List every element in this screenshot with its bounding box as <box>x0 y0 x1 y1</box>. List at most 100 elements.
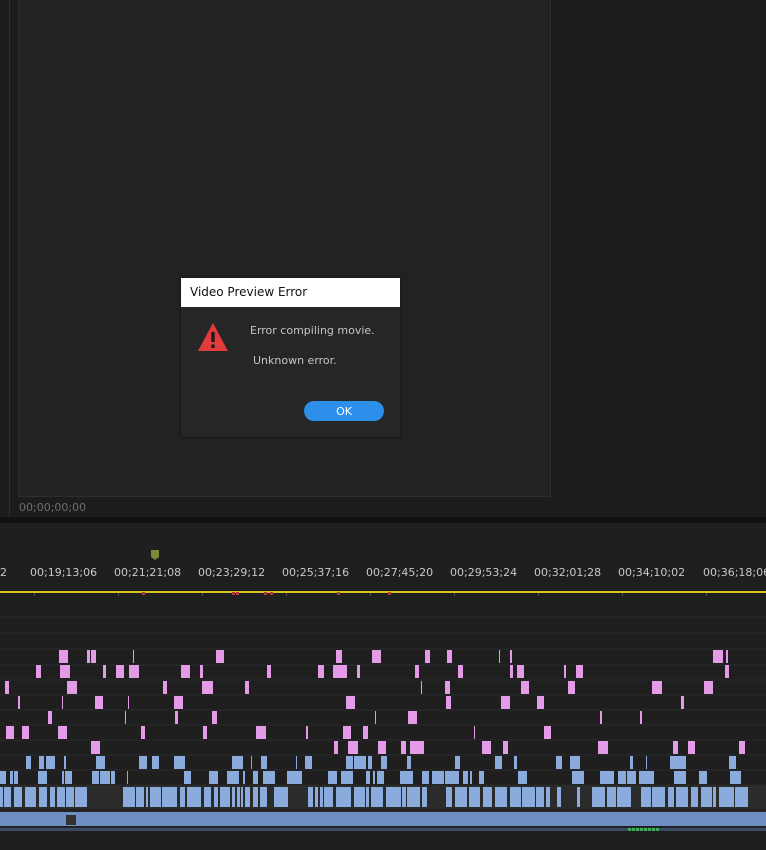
video-clip[interactable] <box>146 787 148 807</box>
audio-clip[interactable] <box>5 681 9 694</box>
audio-clip[interactable] <box>640 711 642 724</box>
video-clip[interactable] <box>401 771 413 784</box>
audio-clip[interactable] <box>501 696 510 709</box>
audio-clip[interactable] <box>446 696 451 709</box>
video-clip[interactable] <box>556 756 562 769</box>
video-clip[interactable] <box>46 756 55 769</box>
video-clip[interactable] <box>518 771 527 784</box>
audio-clip[interactable] <box>334 741 335 754</box>
video-clip[interactable] <box>500 756 502 769</box>
audio-clip[interactable] <box>348 741 358 754</box>
audio-clip[interactable] <box>333 665 342 678</box>
video-clip[interactable] <box>470 771 472 784</box>
scroll-strip[interactable] <box>0 828 766 831</box>
video-clip[interactable] <box>260 787 267 807</box>
audio-clip[interactable] <box>200 665 203 678</box>
video-clip[interactable] <box>184 771 191 784</box>
video-clip[interactable] <box>346 756 353 769</box>
audio-clip[interactable] <box>256 726 266 739</box>
video-clip[interactable] <box>315 787 318 807</box>
video-clip[interactable] <box>4 787 11 807</box>
audio-clip[interactable] <box>91 650 96 663</box>
ruler-tick[interactable] <box>370 593 371 596</box>
video-clip[interactable] <box>652 787 665 807</box>
video-clip[interactable] <box>536 787 544 807</box>
video-clip[interactable] <box>0 771 6 784</box>
audio-clip[interactable] <box>704 681 713 694</box>
video-clip[interactable] <box>469 787 480 807</box>
video-clip[interactable] <box>455 787 467 807</box>
video-clip[interactable] <box>735 787 748 807</box>
audio-clip[interactable] <box>425 650 430 663</box>
video-clip[interactable] <box>377 771 384 784</box>
audio-clip[interactable] <box>458 665 463 678</box>
audio-clip[interactable] <box>163 681 167 694</box>
video-clip[interactable] <box>245 787 250 807</box>
video-clip[interactable] <box>328 771 337 784</box>
video-clip[interactable] <box>39 756 44 769</box>
audio-clip[interactable] <box>62 726 63 739</box>
ruler-tick[interactable] <box>454 593 455 596</box>
video-clip[interactable] <box>570 756 580 769</box>
audio-meter[interactable] <box>628 828 631 831</box>
audio-clip[interactable] <box>568 681 575 694</box>
audio-meter[interactable] <box>652 828 655 831</box>
video-clip[interactable] <box>232 756 243 769</box>
audio-clip[interactable] <box>688 741 695 754</box>
video-clip[interactable] <box>232 787 235 807</box>
video-clip[interactable] <box>180 787 185 807</box>
audio-clip[interactable] <box>576 665 583 678</box>
timeline-tracks[interactable] <box>0 523 766 850</box>
video-clip[interactable] <box>467 771 468 784</box>
video-clip[interactable] <box>324 787 333 807</box>
video-clip[interactable] <box>354 756 366 769</box>
audio-clip[interactable] <box>499 650 500 663</box>
audio-clip[interactable] <box>6 726 14 739</box>
video-clip[interactable] <box>336 787 351 807</box>
ruler-tick[interactable] <box>538 593 539 596</box>
audio-clip[interactable] <box>375 711 376 724</box>
video-clip[interactable] <box>43 771 47 784</box>
video-clip[interactable] <box>67 771 72 784</box>
video-clip[interactable] <box>699 771 707 784</box>
video-clip[interactable] <box>351 771 353 784</box>
video-clip[interactable] <box>617 787 631 807</box>
audio-clip[interactable] <box>652 681 662 694</box>
timeline-marker[interactable] <box>270 592 273 595</box>
video-clip[interactable] <box>572 771 584 784</box>
audio-clip[interactable] <box>346 696 355 709</box>
video-clip[interactable] <box>407 787 420 807</box>
audio-clip[interactable] <box>739 741 745 754</box>
video-clip[interactable] <box>627 771 636 784</box>
video-clip[interactable] <box>557 787 561 807</box>
video-clip[interactable] <box>75 787 87 807</box>
video-clip[interactable] <box>422 771 429 784</box>
audio-clip[interactable] <box>103 665 106 678</box>
audio-clip[interactable] <box>564 665 566 678</box>
audio-clip[interactable] <box>67 681 77 694</box>
audio-clip[interactable] <box>141 726 145 739</box>
audio-clip[interactable] <box>421 681 422 694</box>
video-clip[interactable] <box>237 787 240 807</box>
dialog-titlebar[interactable]: Video Preview Error <box>181 278 400 307</box>
audio-clip[interactable] <box>372 650 378 663</box>
video-clip[interactable] <box>111 771 115 784</box>
audio-clip[interactable] <box>174 696 183 709</box>
audio-clip[interactable] <box>447 650 452 663</box>
video-clip[interactable] <box>150 787 161 807</box>
video-clip[interactable] <box>609 771 614 784</box>
audio-clip[interactable] <box>342 665 347 678</box>
video-clip[interactable] <box>0 812 766 826</box>
ruler-tick[interactable] <box>706 593 707 596</box>
audio-clip[interactable] <box>363 726 368 739</box>
video-clip[interactable] <box>354 787 365 807</box>
audio-clip[interactable] <box>267 665 271 678</box>
ruler-tick[interactable] <box>286 593 287 596</box>
video-clip[interactable] <box>174 756 182 769</box>
timeline-marker[interactable] <box>142 592 145 595</box>
audio-clip[interactable] <box>128 696 129 709</box>
audio-clip[interactable] <box>673 741 678 754</box>
audio-clip[interactable] <box>378 650 381 663</box>
video-clip[interactable] <box>522 787 535 807</box>
video-clip[interactable] <box>644 771 654 784</box>
